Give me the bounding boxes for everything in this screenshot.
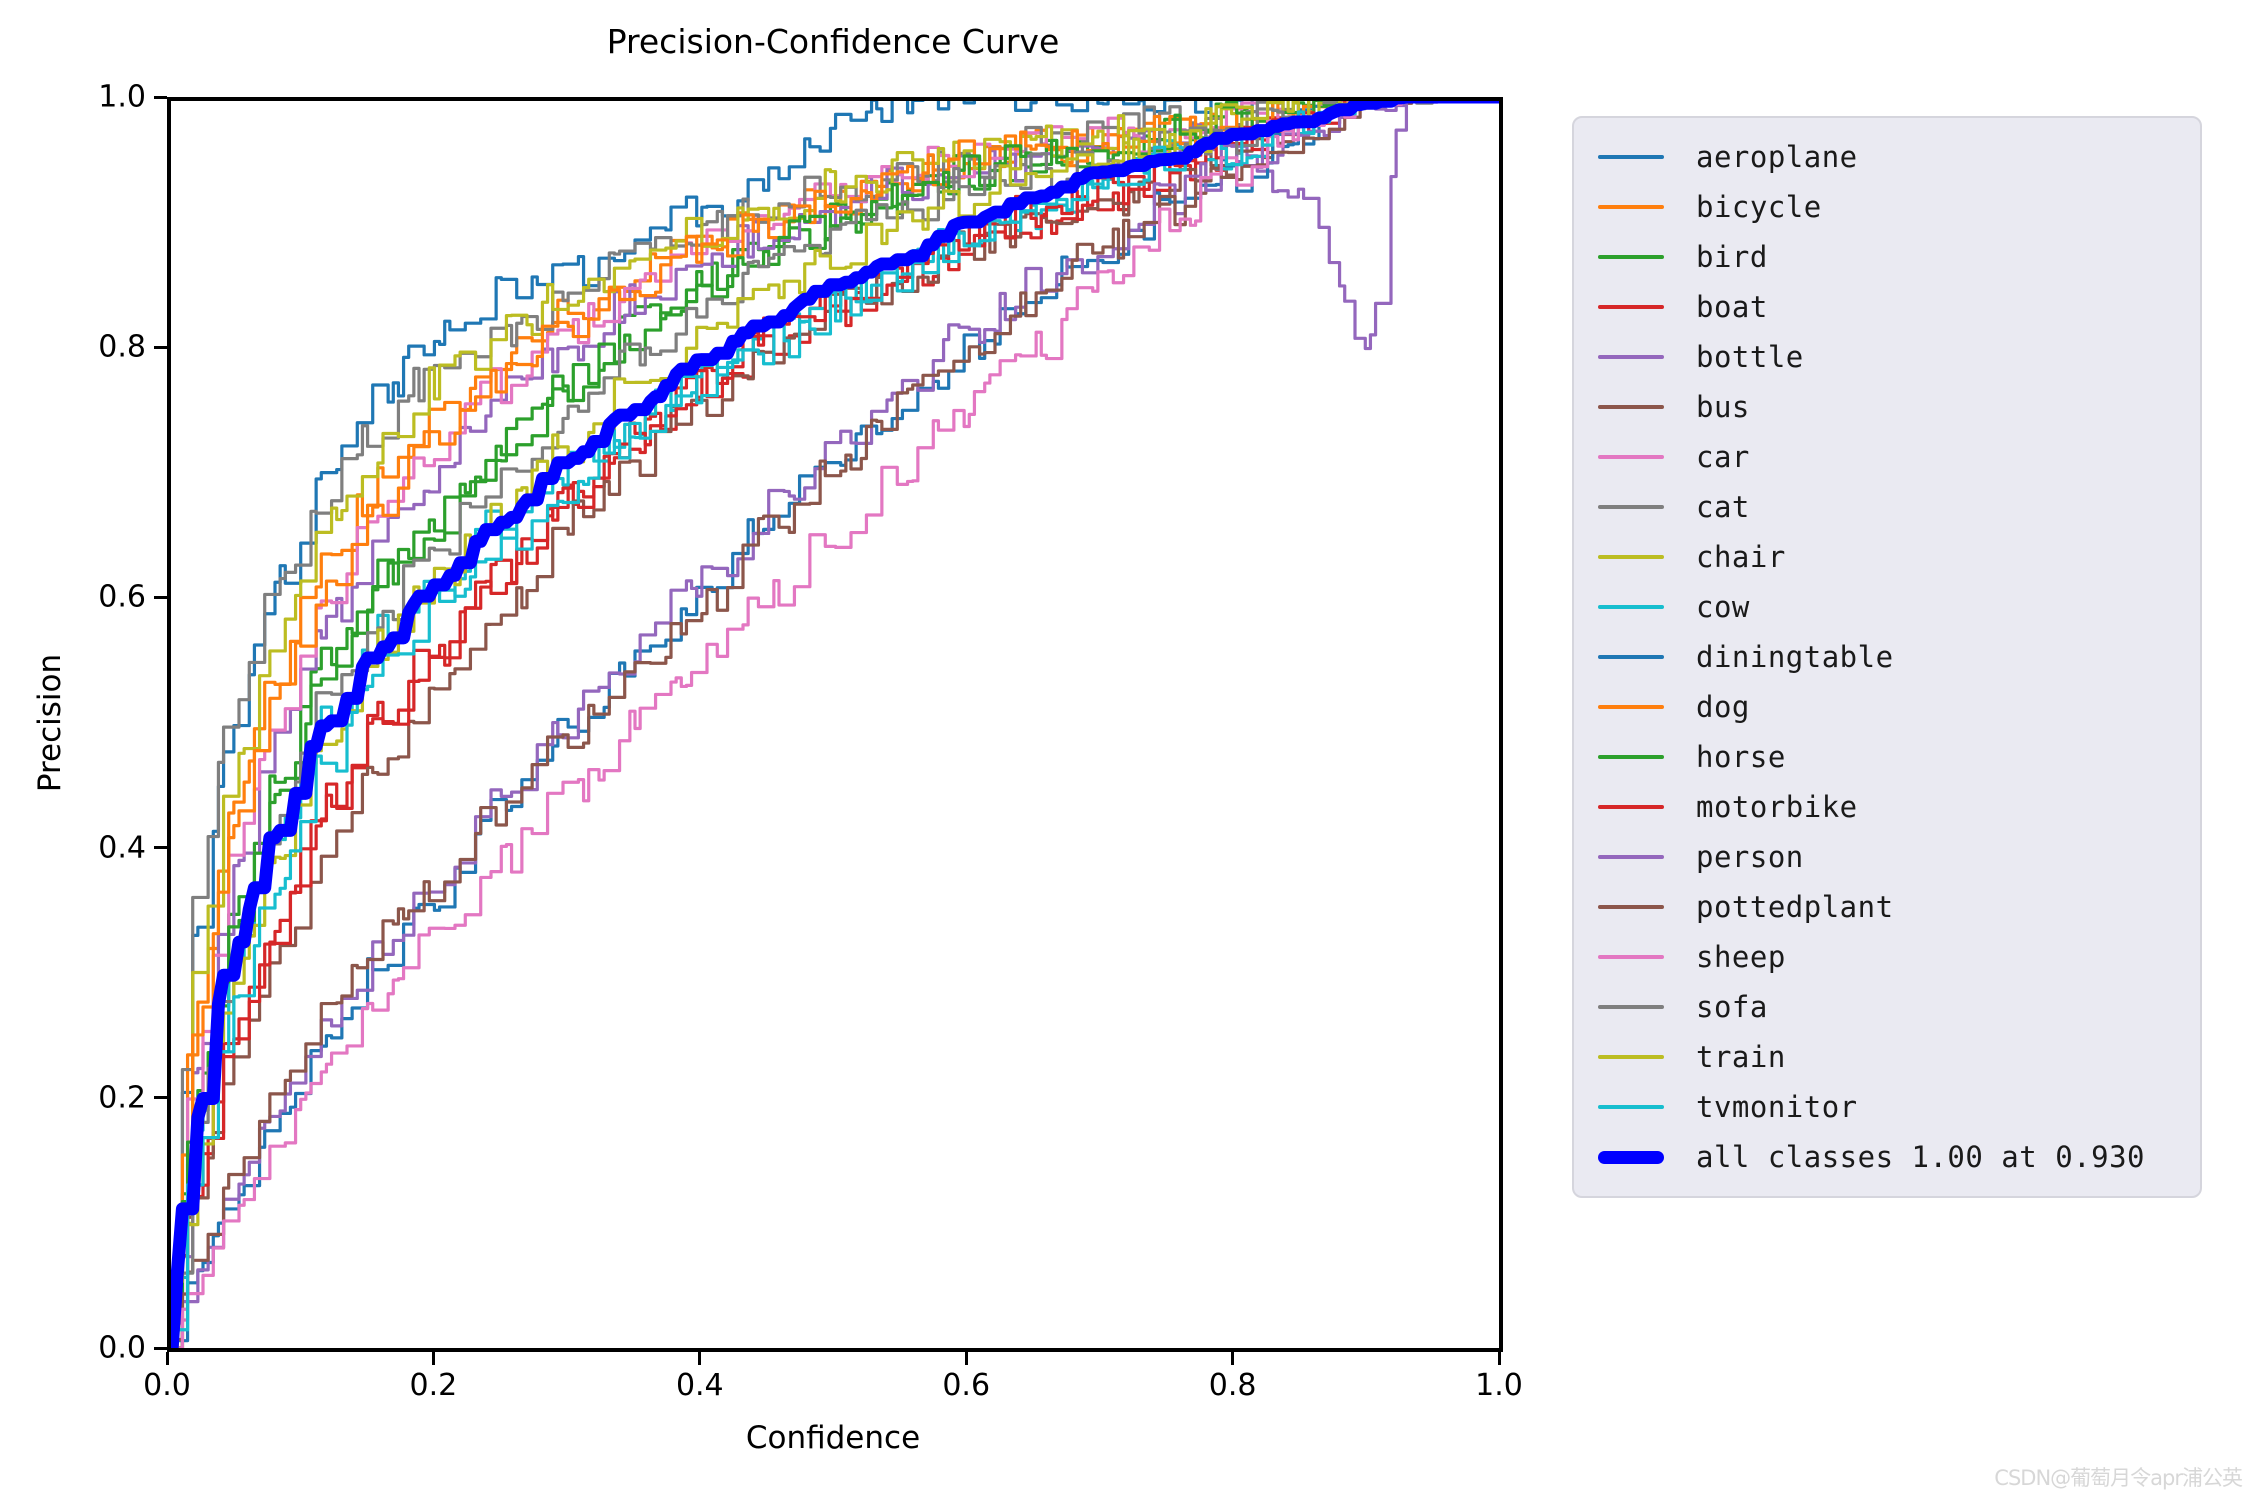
x-axis-label: Confidence — [745, 1420, 921, 1456]
legend-item-label: bicycle — [1696, 190, 1822, 224]
legend-item[interactable]: bicycle — [1588, 182, 2186, 232]
legend-item[interactable]: tvmonitor — [1588, 1082, 2186, 1132]
legend-color-swatch — [1598, 355, 1664, 359]
legend-item[interactable]: cat — [1588, 482, 2186, 532]
x-tick-label: 0.0 — [143, 1368, 191, 1403]
legend-color-swatch — [1598, 205, 1664, 209]
legend-item-label: bottle — [1696, 340, 1804, 374]
legend-item[interactable]: person — [1588, 832, 2186, 882]
legend-item-label: bird — [1696, 240, 1768, 274]
x-tick-label: 0.8 — [1208, 1368, 1257, 1403]
legend-color-swatch — [1598, 1105, 1664, 1109]
legend-item[interactable]: train — [1588, 1032, 2186, 1082]
x-tick-mark — [165, 1352, 169, 1365]
x-tick-label: 0.2 — [409, 1368, 458, 1403]
legend-item-label: boat — [1696, 290, 1768, 324]
legend-color-swatch — [1598, 605, 1664, 609]
y-tick-label: 0.8 — [98, 329, 146, 365]
legend-item-label: diningtable — [1696, 640, 1894, 674]
plot-area — [167, 97, 1499, 1348]
legend-color-swatch — [1598, 455, 1664, 459]
legend-item-label: pottedplant — [1696, 890, 1894, 924]
legend-item[interactable]: diningtable — [1588, 632, 2186, 682]
x-tick-label: 1.0 — [1475, 1368, 1523, 1403]
legend-color-swatch — [1598, 1150, 1664, 1164]
y-tick-mark — [154, 95, 167, 99]
y-tick-label: 0.2 — [98, 1080, 146, 1116]
legend-item-label: tvmonitor — [1696, 1090, 1858, 1124]
legend-item-label: cat — [1696, 490, 1750, 524]
legend-item-label: aeroplane — [1696, 140, 1858, 174]
y-tick-label: 0.4 — [98, 830, 146, 866]
x-tick-mark — [964, 1352, 968, 1365]
axis-spine-top — [167, 97, 1503, 101]
legend-color-swatch — [1598, 855, 1664, 859]
legend-item[interactable]: sheep — [1588, 932, 2186, 982]
page-title: Precision-Confidence Curve — [606, 22, 1060, 61]
x-tick-mark — [1231, 1352, 1235, 1365]
legend-item-label: bus — [1696, 390, 1750, 424]
legend-color-swatch — [1598, 1055, 1664, 1059]
legend-item-label: horse — [1696, 740, 1786, 774]
legend-color-swatch — [1598, 655, 1664, 659]
x-tick-label: 0.4 — [675, 1368, 724, 1403]
legend-item[interactable]: sofa — [1588, 982, 2186, 1032]
legend-item-label: person — [1696, 840, 1804, 874]
legend-item-label: train — [1696, 1040, 1786, 1074]
figure-canvas: Precision-Confidence Curve 0.0 0.2 0.4 0.6 0… — [0, 0, 2250, 1500]
legend-color-swatch — [1598, 255, 1664, 259]
legend-item-label: sheep — [1696, 940, 1786, 974]
y-axis-label: Precision — [32, 653, 68, 793]
legend-color-swatch — [1598, 405, 1664, 409]
y-tick-label: 0.0 — [98, 1330, 146, 1366]
x-tick-mark — [431, 1352, 435, 1365]
watermark-text: CSDN@葡萄月令apr浦公英 — [1994, 1466, 2243, 1490]
legend-item-label: sofa — [1696, 990, 1768, 1024]
legend-color-swatch — [1598, 755, 1664, 759]
legend-color-swatch — [1598, 155, 1664, 159]
legend-item-label: chair — [1696, 540, 1786, 574]
x-tick-mark — [698, 1352, 702, 1365]
legend-box: aeroplane bicycle bird boat bottle bus car cat c… — [1572, 116, 2202, 1198]
legend-color-swatch — [1598, 555, 1664, 559]
legend-item[interactable]: dog — [1588, 682, 2186, 732]
axis-spine-bottom — [167, 1348, 1503, 1352]
legend-item[interactable]: chair — [1588, 532, 2186, 582]
legend-item[interactable]: car — [1588, 432, 2186, 482]
legend-item[interactable]: bird — [1588, 232, 2186, 282]
y-tick-mark — [154, 1346, 167, 1350]
legend-color-swatch — [1598, 1005, 1664, 1009]
legend-color-swatch — [1598, 905, 1664, 909]
axis-spine-right — [1499, 97, 1503, 1352]
legend-color-swatch — [1598, 805, 1664, 809]
x-tick-label: 0.6 — [942, 1368, 991, 1403]
legend-item[interactable]: boat — [1588, 282, 2186, 332]
legend-item[interactable]: aeroplane — [1588, 132, 2186, 182]
legend-item-label: motorbike — [1696, 790, 1858, 824]
y-tick-mark — [154, 595, 167, 599]
legend-color-swatch — [1598, 505, 1664, 509]
legend-item[interactable]: pottedplant — [1588, 882, 2186, 932]
legend-item-label: cow — [1696, 590, 1750, 624]
legend-item[interactable]: cow — [1588, 582, 2186, 632]
y-tick-label: 0.6 — [98, 579, 146, 615]
legend-item[interactable]: horse — [1588, 732, 2186, 782]
legend-color-swatch — [1598, 705, 1664, 709]
x-tick-mark — [1497, 1352, 1501, 1365]
legend-color-swatch — [1598, 955, 1664, 959]
legend-item[interactable]: motorbike — [1588, 782, 2186, 832]
legend-color-swatch — [1598, 305, 1664, 309]
legend-item-label: car — [1696, 440, 1750, 474]
y-tick-mark — [154, 345, 167, 349]
legend-item-label: all classes 1.00 at 0.930 — [1696, 1140, 2145, 1174]
y-tick-mark — [154, 1096, 167, 1100]
legend-item-label: dog — [1696, 690, 1750, 724]
y-tick-mark — [154, 846, 167, 850]
axis-spine-left — [167, 97, 171, 1352]
legend-item[interactable]: bus — [1588, 382, 2186, 432]
legend-item[interactable]: bottle — [1588, 332, 2186, 382]
y-tick-label: 1.0 — [98, 79, 146, 115]
legend-item[interactable]: all classes 1.00 at 0.930 — [1588, 1132, 2186, 1182]
precision-confidence-curves — [167, 97, 1499, 1348]
